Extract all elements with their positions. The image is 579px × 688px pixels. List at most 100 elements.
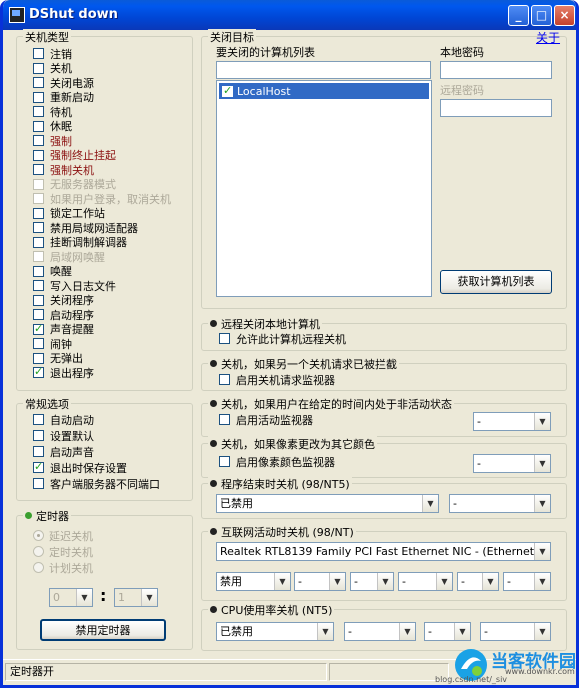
minimize-button[interactable]: _ (508, 5, 529, 26)
close-button[interactable]: × (554, 5, 575, 26)
checkbox-box (33, 352, 44, 364)
inactive-time-select[interactable]: - ▼ (473, 412, 551, 431)
internet-value-select-2[interactable]: - ▼ (350, 572, 394, 591)
chevron-down-icon: ▼ (141, 589, 157, 606)
cpu-value-select-1[interactable]: - ▼ (344, 622, 416, 641)
shutdown-option-checkbox[interactable]: 关机 (33, 61, 72, 76)
internet-value-select-4[interactable]: - ▼ (457, 572, 499, 591)
shutdown-option-checkbox[interactable]: 禁用局域网适配器 (33, 220, 138, 235)
shutdown-option-checkbox: 如果用户登录，取消关机 (33, 191, 171, 206)
remote-password-input[interactable] (440, 99, 552, 117)
shutdown-option-checkbox[interactable]: 关闭电源 (33, 75, 94, 90)
checkbox-box (33, 62, 44, 74)
shutdown-option-checkbox[interactable]: 强制 (33, 133, 72, 148)
shutdown-option-label: 退出程序 (50, 366, 94, 380)
checkbox-box (33, 135, 44, 146)
general-option-checkbox[interactable]: 启动声音 (33, 444, 94, 459)
title-bar[interactable]: DShut down _ □ × (3, 0, 576, 30)
shutdown-option-checkbox[interactable]: 闹钟 (33, 336, 72, 351)
shutdown-option-checkbox[interactable]: 待机 (33, 104, 72, 119)
checkbox-box (219, 414, 230, 425)
shutdown-option-checkbox[interactable]: 注销 (33, 46, 72, 61)
internet-value-select-3[interactable]: - ▼ (398, 572, 453, 591)
shutdown-option-checkbox[interactable]: 启动程序 (33, 307, 94, 322)
allow-remote-checkbox[interactable]: 允许此计算机远程关机 (219, 331, 346, 346)
activity-monitor-checkbox[interactable]: 启用活动监视器 (219, 412, 313, 427)
shutdown-option-checkbox[interactable]: 写入日志文件 (33, 278, 116, 293)
checkbox-box (33, 322, 44, 335)
shutdown-option-checkbox[interactable]: 挂断调制解调器 (33, 235, 127, 250)
general-option-checkbox[interactable]: 设置默认 (33, 428, 94, 443)
checkbox-box (219, 456, 230, 467)
app-window: DShut down _ □ × 关机类型 注销 关机 关闭电源 重新启动 待机 休眠 强制… (0, 0, 579, 688)
internet-value-select-5[interactable]: - ▼ (503, 572, 551, 591)
shutdown-option-checkbox[interactable]: 退出程序 (33, 365, 94, 380)
network-adapter-select[interactable]: Realtek RTL8139 Family PCI Fast Ethernet… (216, 542, 551, 561)
checkbox-box (33, 48, 44, 59)
checkbox-box (33, 106, 44, 117)
shutdown-option-checkbox[interactable]: 声音提醒 (33, 322, 94, 337)
internet-state-select[interactable]: 禁用 ▼ (216, 572, 291, 591)
checkbox-box (33, 193, 44, 204)
app-icon (9, 7, 25, 23)
chevron-down-icon: ▼ (76, 589, 92, 606)
cpu-value-select-3[interactable]: - ▼ (480, 622, 551, 641)
timer-hour-select[interactable]: 0 ▼ (49, 588, 93, 607)
maximize-button[interactable]: □ (531, 5, 552, 26)
checkbox-box (33, 164, 44, 175)
chevron-down-icon: ▼ (454, 623, 470, 640)
internet-value-select-1[interactable]: - ▼ (294, 572, 346, 591)
program-end-select[interactable]: 已禁用 ▼ (216, 494, 439, 513)
shutdown-option-checkbox: 无服务器模式 (33, 177, 116, 192)
timer-minute-select[interactable]: 1 ▼ (114, 588, 158, 607)
chevron-down-icon: ▼ (317, 623, 333, 640)
get-computer-list-button[interactable]: 获取计算机列表 (440, 270, 552, 294)
computer-filter-input[interactable] (216, 61, 431, 79)
checkbox-box (33, 414, 44, 425)
status-dot-icon (210, 320, 217, 327)
inactive-label: 关机，如果用户在给定的时间内处于非活动状态 (208, 396, 454, 412)
cpu-label: CPU使用率关机 (NT5) (208, 602, 335, 618)
shutdown-option-checkbox[interactable]: 关闭程序 (33, 293, 94, 308)
shutdown-monitor-checkbox[interactable]: 启用关机请求监视器 (219, 372, 335, 387)
shutdown-option-checkbox[interactable]: 重新启动 (33, 90, 94, 105)
local-password-input[interactable] (440, 61, 552, 79)
shutdown-option-checkbox[interactable]: 休眠 (33, 119, 72, 134)
pixel-monitor-checkbox[interactable]: 启用像素颜色监视器 (219, 454, 335, 469)
general-option-checkbox[interactable]: 客户端服务器不同端口 (33, 476, 160, 491)
shutdown-option-checkbox[interactable]: 无弹出 (33, 351, 83, 366)
disable-timer-button[interactable]: 禁用定时器 (40, 619, 166, 641)
shutdown-option-checkbox[interactable]: 强制终止挂起 (33, 148, 116, 163)
radio-circle (33, 530, 44, 541)
shutdown-option-checkbox[interactable]: 唤醒 (33, 264, 72, 279)
watermark: 当客软件园 www.downkr.com blog.csdn.net/_siv (435, 645, 576, 685)
chevron-down-icon: ▼ (422, 495, 438, 512)
shutdown-option-checkbox[interactable]: 强制关机 (33, 162, 94, 177)
general-option-label: 设置默认 (50, 429, 94, 443)
general-option-checkbox[interactable]: 退出时保存设置 (33, 460, 127, 475)
chevron-down-icon: ▼ (534, 543, 550, 560)
cpu-value-select-2[interactable]: - ▼ (424, 622, 471, 641)
checkbox-box (33, 446, 44, 457)
shutdown-option-checkbox: 局域网唤醒 (33, 249, 105, 264)
checkbox-box (33, 309, 44, 320)
checkbox-box (33, 478, 44, 489)
program-end-select-2[interactable]: - ▼ (449, 494, 551, 513)
pixel-select[interactable]: - ▼ (473, 454, 551, 473)
computer-list[interactable]: LocalHost (216, 80, 432, 297)
checkbox-box (33, 207, 44, 219)
general-option-checkbox[interactable]: 自动启动 (33, 412, 94, 427)
status-text: 定时器开 (5, 663, 327, 681)
status-dot-icon (210, 440, 217, 447)
chevron-down-icon: ▼ (329, 573, 345, 590)
general-option-label: 退出时保存设置 (50, 461, 127, 475)
computer-checkbox[interactable] (222, 84, 233, 97)
general-option-label: 启动声音 (50, 445, 94, 459)
computer-list-item[interactable]: LocalHost (219, 83, 429, 99)
about-link[interactable]: 关于 (536, 29, 560, 46)
checkbox-box (33, 265, 44, 277)
cpu-select[interactable]: 已禁用 ▼ (216, 622, 334, 641)
checkbox-box (33, 280, 44, 291)
chevron-down-icon: ▼ (399, 623, 415, 640)
shutdown-option-checkbox[interactable]: 锁定工作站 (33, 206, 105, 221)
